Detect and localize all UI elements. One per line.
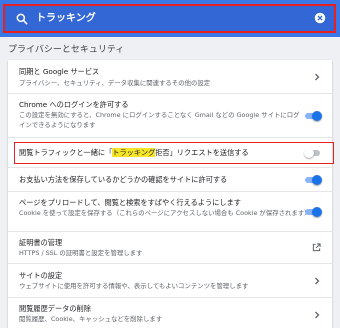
clear-icon[interactable] xyxy=(313,11,327,25)
row-title: サイトの設定 xyxy=(19,271,63,280)
payment-methods-row: お支払い方法を保存しているかどうかの確認をサイトに許可する xyxy=(8,168,332,192)
search-icon xyxy=(16,13,28,25)
row-subtitle: この設定を無効にすると、Chrome にログインすることなく Gmail などの… xyxy=(19,111,300,119)
chevron-right-icon xyxy=(315,277,320,285)
annotation-box xyxy=(14,142,334,164)
chevron-right-icon xyxy=(315,73,320,81)
section-title: プライバシーとセキュリティ xyxy=(8,45,125,55)
preload-pages-row: ページをプリロードして、閲覧と検索をすばやく行えるようにします Cookie を… xyxy=(8,192,332,232)
row-title: 同期と Google サービス xyxy=(19,67,100,76)
open-in-new-icon xyxy=(312,243,321,252)
manage-certificates-row[interactable]: 証明書の管理 HTTPS / SSL の証明書と設定を管理します xyxy=(8,232,332,264)
chevron-right-icon xyxy=(315,311,320,319)
settings-header: トラッキング xyxy=(0,0,340,37)
row-subtitle: 閲覧履歴、Cookie、キャッシュなどを削除します xyxy=(19,315,163,323)
row-title: 証明書の管理 xyxy=(19,238,63,247)
signin-toggle[interactable] xyxy=(304,111,322,121)
row-subtitle: プライバシー、セキュリティ、データ収集に関連するその他の設定 xyxy=(19,79,211,87)
row-title: ページをプリロードして、閲覧と検索をすばやく行えるようにします xyxy=(19,198,241,207)
preload-toggle[interactable] xyxy=(304,207,322,217)
chrome-signin-row: Chrome へのログインを許可する この設定を無効にすると、Chrome にロ… xyxy=(8,94,332,138)
row-subtitle: Cookie を使って設定を保存する（これらのページにアクセスしない場合も Co… xyxy=(19,209,311,217)
row-title: Chrome へのログインを許可する xyxy=(19,100,129,109)
row-title: お支払い方法を保存しているかどうかの確認をサイトに許可する xyxy=(19,175,228,184)
sync-services-row[interactable]: 同期と Google サービス プライバシー、セキュリティ、データ収集に関連する… xyxy=(8,60,332,94)
search-input[interactable]: トラッキング xyxy=(36,11,96,26)
row-subtitle: ウェブサイトに使用を許可する情報や、表示してもよいコンテンツを管理します xyxy=(19,282,249,290)
row-subtitle-continued: インできるようになります xyxy=(19,121,96,129)
row-title: 閲覧履歴データの削除 xyxy=(19,304,91,313)
search-field[interactable]: トラッキング xyxy=(3,4,336,33)
payment-methods-toggle[interactable] xyxy=(304,175,322,185)
clear-browsing-data-row[interactable]: 閲覧履歴データの削除 閲覧履歴、Cookie、キャッシュなどを削除します xyxy=(8,298,332,328)
row-subtitle: HTTPS / SSL の証明書と設定を管理します xyxy=(19,249,143,257)
site-settings-row[interactable]: サイトの設定 ウェブサイトに使用を許可する情報や、表示してもよいコンテンツを管理… xyxy=(8,264,332,298)
privacy-settings-card: 同期と Google サービス プライバシー、セキュリティ、データ収集に関連する… xyxy=(8,60,334,328)
